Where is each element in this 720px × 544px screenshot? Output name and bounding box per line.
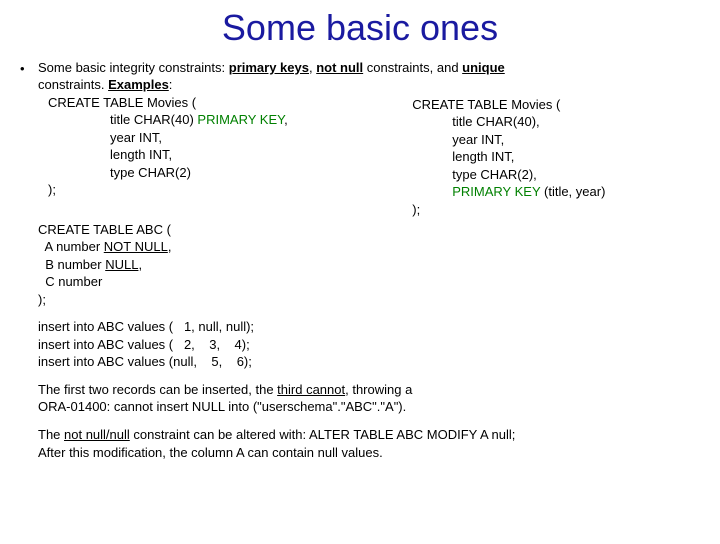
paragraph: The not null/null constraint can be alte… xyxy=(38,426,700,444)
code-line: PRIMARY KEY (title, year) xyxy=(412,183,700,201)
text: title CHAR(40) xyxy=(110,112,197,127)
term-not-null: not null xyxy=(316,60,363,75)
code-line: length INT, xyxy=(38,146,382,164)
text: constraints, and xyxy=(363,60,462,75)
code-line: ); xyxy=(38,181,382,199)
paragraph-line: After this modification, the column A ca… xyxy=(38,444,700,462)
text: , xyxy=(168,239,172,254)
text: Some basic integrity constraints: xyxy=(38,60,229,75)
paragraph: The first two records can be inserted, t… xyxy=(38,381,700,399)
code-line: CREATE TABLE Movies ( xyxy=(412,96,700,114)
text: , xyxy=(284,112,288,127)
code-line: C number xyxy=(38,273,700,291)
right-column: CREATE TABLE Movies ( title CHAR(40), ye… xyxy=(412,94,700,219)
body-row: • Some basic integrity constraints: prim… xyxy=(20,59,700,461)
code-line: CREATE TABLE ABC ( xyxy=(38,221,700,239)
code-line: B number NULL, xyxy=(38,256,700,274)
insert-line: insert into ABC values (null, 5, 6); xyxy=(38,353,700,371)
text: constraints. xyxy=(38,77,108,92)
bullet-icon: • xyxy=(20,59,38,78)
abc-block: CREATE TABLE ABC ( A number NOT NULL, B … xyxy=(38,221,700,309)
text: B number xyxy=(38,257,105,272)
two-column: CREATE TABLE Movies ( title CHAR(40) PRI… xyxy=(38,94,700,219)
code-line: CREATE TABLE Movies ( xyxy=(38,94,382,112)
keyword-not-null: NOT NULL xyxy=(104,239,168,254)
text: constraint can be altered with: ALTER TA… xyxy=(130,427,516,442)
intro-line-1: Some basic integrity constraints: primar… xyxy=(38,59,700,77)
term-examples: Examples xyxy=(108,77,169,92)
keyword-null: NULL xyxy=(105,257,138,272)
text: The first two records can be inserted, t… xyxy=(38,382,277,397)
slide: Some basic ones • Some basic integrity c… xyxy=(0,4,720,544)
insert-line: insert into ABC values ( 1, null, null); xyxy=(38,318,700,336)
body-content: Some basic integrity constraints: primar… xyxy=(38,59,700,461)
code-line: type CHAR(2), xyxy=(412,166,700,184)
text: A number xyxy=(38,239,104,254)
code-line: ); xyxy=(412,201,700,219)
code-line: title CHAR(40) PRIMARY KEY, xyxy=(38,111,382,129)
code-line: ); xyxy=(38,291,700,309)
left-column: CREATE TABLE Movies ( title CHAR(40) PRI… xyxy=(38,94,382,219)
term-not-null-null: not null/null xyxy=(64,427,130,442)
text: , xyxy=(138,257,142,272)
term-primary-keys: primary keys xyxy=(229,60,309,75)
code-line: title CHAR(40), xyxy=(412,113,700,131)
keyword-primary-key: PRIMARY KEY xyxy=(197,112,284,127)
code-line: A number NOT NULL, xyxy=(38,238,700,256)
intro-line-2: constraints. Examples: xyxy=(38,76,700,94)
code-line: length INT, xyxy=(412,148,700,166)
code-line: year INT, xyxy=(412,131,700,149)
code-line: year INT, xyxy=(38,129,382,147)
text: , throwing a xyxy=(345,382,412,397)
keyword-primary-key: PRIMARY KEY xyxy=(452,184,540,199)
term-unique: unique xyxy=(462,60,505,75)
text: : xyxy=(169,77,173,92)
paragraph-line: ORA-01400: cannot insert NULL into ("use… xyxy=(38,398,700,416)
insert-line: insert into ABC values ( 2, 3, 4); xyxy=(38,336,700,354)
slide-title: Some basic ones xyxy=(20,4,700,53)
text: The xyxy=(38,427,64,442)
text: (title, year) xyxy=(540,184,605,199)
code-line: type CHAR(2) xyxy=(38,164,382,182)
term-third-cannot: third cannot xyxy=(277,382,345,397)
